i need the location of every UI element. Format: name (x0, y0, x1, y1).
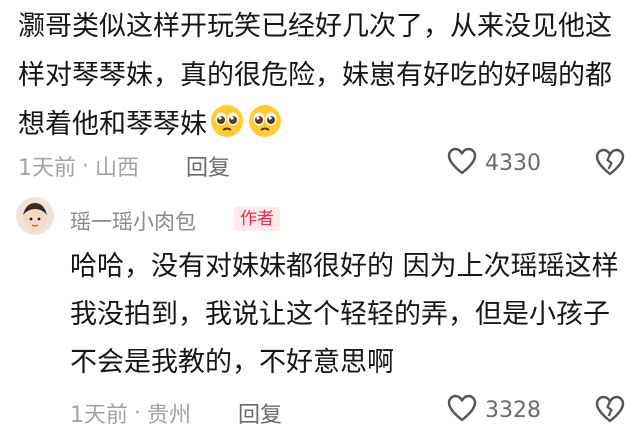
heart-outline-icon (447, 394, 477, 426)
reply-time: 1天前 (70, 403, 128, 428)
reply-text: 哈哈，没有对妹妹都很好的 因为上次瑶瑶这样我没拍到，我说让这个轻轻的弄，但是小孩… (70, 251, 619, 378)
reply-location: 贵州 (147, 403, 192, 428)
comment-meta: 1天前 · 山西 (18, 150, 139, 182)
reply-author-name[interactable]: 瑶一瑶小肉包 (70, 206, 196, 236)
reply-dislike-button[interactable] (595, 395, 625, 427)
pleading-face-emoji (247, 103, 283, 155)
like-count: 4330 (485, 150, 541, 176)
comment-text-block: 灏哥类似这样开玩笑已经好几次了，从来没见他这样对琴琴妹，真的很危险，妹崽有好吃的… (18, 2, 628, 155)
broken-heart-icon (595, 395, 625, 427)
meta-separator: · (82, 153, 89, 179)
comment-text: 灏哥类似这样开玩笑已经好几次了，从来没见他这样对琴琴妹，真的很危险，妹崽有好吃的… (18, 11, 612, 140)
heart-outline-icon (447, 147, 477, 179)
reply-meta: 1天前 · 贵州 (70, 397, 191, 429)
pleading-face-emoji (209, 103, 245, 155)
author-badge: 作者 (234, 207, 280, 231)
broken-heart-icon (595, 148, 625, 180)
reply-like-button[interactable]: 3328 (447, 394, 541, 426)
meta-separator: · (134, 400, 141, 426)
reply-reply-button[interactable]: 回复 (238, 397, 282, 429)
avatar[interactable] (16, 197, 54, 235)
comment-time: 1天前 (18, 156, 76, 181)
comment-location: 山西 (95, 156, 140, 181)
dislike-button[interactable] (595, 148, 625, 180)
reply-like-count: 3328 (485, 397, 541, 423)
reply-button[interactable]: 回复 (186, 150, 230, 182)
like-button[interactable]: 4330 (447, 147, 541, 179)
